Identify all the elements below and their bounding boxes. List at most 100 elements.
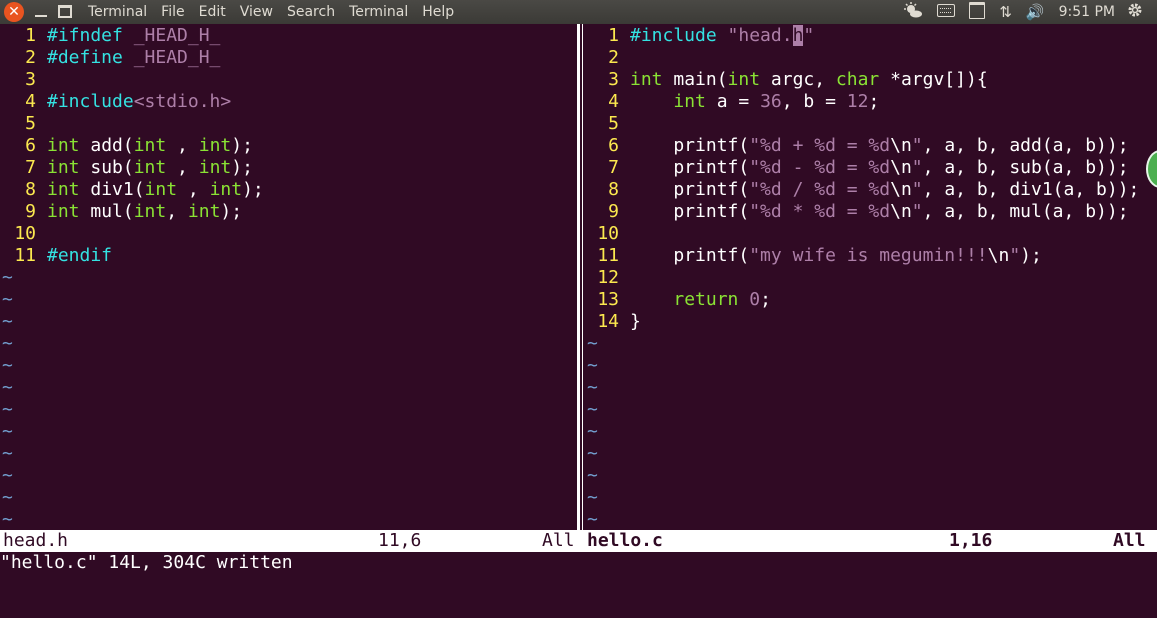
code-line: 10 — [585, 223, 1139, 245]
line-number: 3 — [25, 69, 36, 90]
status-line-left: head.h 11,6 All — [0, 530, 576, 552]
editor-pane-left[interactable]: 1 #ifndef _HEAD_H_ 2 #define _HEAD_H_ 3 4 #inc… — [0, 24, 576, 530]
tilde-marker: ~ — [587, 443, 598, 464]
editor-pane-right[interactable]: 1 #include "head.h" 2 3 int main(int argc, c… — [585, 24, 1157, 530]
empty-buffer-line: ~ — [585, 509, 1139, 530]
code-token: int — [133, 201, 167, 222]
line-number: 6 — [25, 135, 36, 156]
code-text: int div1(int , int); — [47, 179, 264, 201]
code-token: main( — [662, 69, 728, 90]
code-token: printf( — [630, 201, 750, 222]
code-token: int — [133, 135, 167, 156]
keyboard-icon[interactable] — [937, 3, 956, 21]
code-line: 12 — [585, 267, 1139, 289]
line-number: 3 — [608, 69, 619, 90]
code-token: int — [209, 179, 243, 200]
code-token: _HEAD_H_ — [133, 25, 221, 46]
code-lines: 1 #ifndef _HEAD_H_ 2 #define _HEAD_H_ 3 4 #inc… — [0, 25, 264, 530]
clock-time[interactable]: 9:51 PM — [1059, 4, 1115, 20]
code-text: printf("my wife is megumin!!!\n"); — [630, 245, 1042, 267]
maximize-window-button[interactable] — [58, 2, 72, 22]
gear-icon[interactable] — [1127, 2, 1143, 22]
menu-view[interactable]: View — [240, 4, 273, 20]
tilde-marker: ~ — [587, 421, 598, 442]
code-token: 0 — [749, 289, 761, 310]
code-token: " — [803, 25, 815, 46]
menu-app-title[interactable]: Terminal — [88, 4, 147, 20]
code-token: , — [166, 201, 188, 222]
tilde-marker: ~ — [2, 377, 13, 398]
tilde-marker: ~ — [2, 443, 13, 464]
command-line[interactable]: "hello.c" 14L, 304C written — [0, 552, 1157, 574]
code-text: } — [630, 311, 641, 333]
code-token: char — [835, 69, 880, 90]
status-scroll-position: All — [542, 530, 575, 551]
status-filename: hello.c — [587, 530, 663, 551]
code-line: 4 #include<stdio.h> — [0, 91, 264, 113]
code-token: int — [630, 69, 663, 90]
close-window-button[interactable]: ✕ — [4, 2, 24, 22]
tilde-marker: ~ — [587, 399, 598, 420]
code-token: #include — [47, 91, 134, 112]
line-number: 5 — [608, 113, 619, 134]
empty-buffer-line: ~ — [0, 311, 264, 333]
line-number: 8 — [608, 179, 619, 200]
calendar-icon[interactable] — [969, 1, 986, 23]
code-token: #define — [47, 47, 134, 68]
code-token: #ifndef — [47, 25, 134, 46]
code-token: , b = — [781, 91, 847, 112]
code-token: return — [673, 289, 739, 310]
code-token: " — [911, 157, 923, 178]
code-text: printf("%d - %d = %d\n", a, b, sub(a, b)… — [630, 157, 1128, 179]
code-text: int sub(int , int); — [47, 157, 253, 179]
code-line: 8 int div1(int , int); — [0, 179, 264, 201]
code-line: 5 — [0, 113, 264, 135]
empty-buffer-line: ~ — [585, 421, 1139, 443]
status-cursor-position: 11,6 — [378, 530, 422, 551]
menu-terminal[interactable]: Terminal — [349, 4, 408, 20]
volume-icon[interactable]: 🔊 — [1026, 3, 1045, 21]
code-text: return 0; — [630, 289, 771, 311]
code-text: #include "head.h" — [630, 25, 814, 47]
vertical-split-divider[interactable] — [576, 24, 585, 530]
line-number: 10 — [14, 223, 36, 244]
text-cursor: h — [792, 25, 804, 46]
weather-icon[interactable] — [903, 2, 923, 22]
line-number: 4 — [25, 91, 36, 112]
code-line: 4 int a = 36, b = 12; — [585, 91, 1139, 113]
code-token: a = — [705, 91, 761, 112]
code-token: ; — [760, 289, 771, 310]
menu-file[interactable]: File — [161, 4, 184, 20]
line-number: 10 — [597, 223, 619, 244]
code-line: 9 printf("%d * %d = %d\n", a, b, mul(a, … — [585, 201, 1139, 223]
minimize-window-button[interactable] — [35, 2, 47, 22]
empty-buffer-line: ~ — [0, 421, 264, 443]
code-token: "%d / %d = %d — [749, 179, 891, 200]
menu-search[interactable]: Search — [287, 4, 335, 20]
tilde-marker: ~ — [2, 465, 13, 486]
code-token: "head. — [727, 25, 793, 46]
status-filename: head.h — [3, 530, 69, 551]
tilde-marker: ~ — [587, 487, 598, 508]
code-line: 6 int add(int , int); — [0, 135, 264, 157]
code-text: printf("%d + %d = %d\n", a, b, add(a, b)… — [630, 135, 1128, 157]
code-token: " — [1009, 245, 1021, 266]
code-text: int mul(int, int); — [47, 201, 242, 223]
code-token: " — [911, 135, 923, 156]
menu-edit[interactable]: Edit — [199, 4, 226, 20]
code-token: , — [166, 135, 199, 156]
tilde-marker: ~ — [2, 509, 13, 530]
network-icon[interactable]: ⇅ — [999, 3, 1012, 21]
code-token: int — [727, 69, 761, 90]
code-token: div1( — [79, 179, 145, 200]
code-token: " — [911, 179, 923, 200]
menu-help[interactable]: Help — [422, 4, 454, 20]
code-token: "%d + %d = %d — [749, 135, 891, 156]
tilde-marker: ~ — [2, 311, 13, 332]
empty-buffer-line: ~ — [585, 443, 1139, 465]
line-number: 1 — [608, 25, 619, 46]
code-token: ; — [868, 91, 880, 112]
code-token: int — [133, 157, 167, 178]
code-text: #endif — [47, 245, 112, 267]
empty-buffer-line: ~ — [0, 399, 264, 421]
